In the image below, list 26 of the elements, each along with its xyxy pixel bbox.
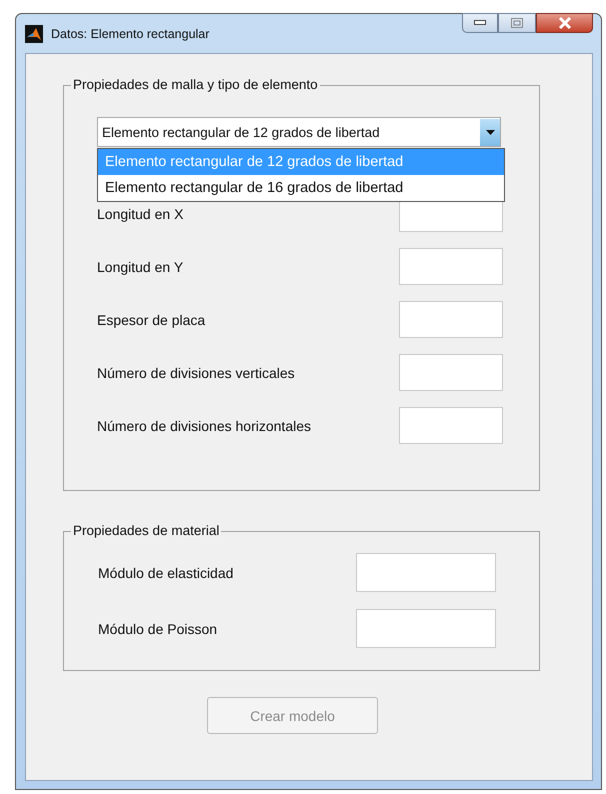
panel-title: Propiedades de material	[71, 523, 222, 538]
input-field[interactable]	[399, 301, 503, 338]
app-icon	[25, 24, 43, 42]
maximize-icon	[511, 18, 523, 28]
element-type-dropdown[interactable]: Elemento rectangular de 12 grados de libertad	[97, 117, 501, 147]
input-field[interactable]	[399, 248, 503, 285]
input-field[interactable]	[356, 553, 496, 592]
input-field[interactable]	[399, 354, 503, 391]
field-label: Longitud en X	[97, 206, 184, 222]
field-label: Número de divisiones horizontales	[97, 418, 311, 434]
close-icon	[558, 17, 572, 29]
panel-title: Propiedades de malla y tipo de elemento	[71, 77, 320, 92]
window-title: Datos: Elemento rectangular	[51, 26, 210, 40]
field-label: Módulo de Poisson	[98, 620, 218, 636]
minimize-button[interactable]	[462, 13, 498, 33]
dropdown-option[interactable]: Elemento rectangular de 16 grados de libertad	[98, 175, 504, 201]
field-label: Módulo de elasticidad	[98, 564, 234, 580]
field-label: Longitud en Y	[97, 258, 184, 274]
input-field[interactable]	[399, 407, 503, 444]
close-button[interactable]	[536, 13, 593, 33]
dropdown-arrow-icon	[486, 130, 494, 134]
field-label: Número de divisiones verticales	[97, 364, 295, 380]
minimize-icon	[474, 20, 486, 26]
input-field[interactable]	[356, 609, 496, 648]
maximize-button[interactable]	[498, 13, 536, 33]
field-label: Espesor de placa	[97, 312, 206, 328]
